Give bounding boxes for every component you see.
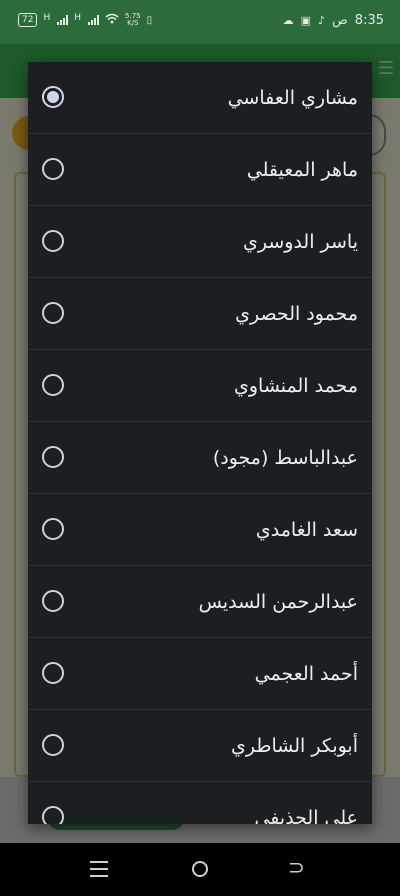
- radio-icon[interactable]: [42, 374, 64, 396]
- wifi-icon: [105, 13, 119, 27]
- navigation-bar: ⊃: [0, 843, 400, 896]
- notification-icon: ▣: [300, 14, 312, 27]
- reciter-label: علي الحذيفي: [254, 807, 358, 824]
- cloud-icon: ☁: [282, 14, 294, 27]
- tiktok-icon: ♪: [318, 14, 326, 27]
- reciter-option-6[interactable]: عبدالباسط (مجود): [28, 422, 372, 494]
- home-icon[interactable]: [192, 861, 208, 877]
- reciter-option-5[interactable]: محمد المنشاوي: [28, 350, 372, 422]
- battery-icon: 72: [18, 13, 38, 27]
- reciter-option-9[interactable]: أحمد العجمي: [28, 638, 372, 710]
- radio-icon[interactable]: [42, 590, 64, 612]
- reciter-label: ياسر الدوسري: [242, 231, 358, 253]
- reciter-option-8[interactable]: عبدالرحمن السديس: [28, 566, 372, 638]
- recents-icon[interactable]: [90, 861, 108, 877]
- net-speed: 5.75 K/S: [125, 13, 141, 27]
- radio-icon[interactable]: [42, 734, 64, 756]
- signal-icon-2: [88, 15, 100, 25]
- radio-icon[interactable]: [42, 446, 64, 468]
- reciter-dialog: مشاري العفاسي ماهر المعيقلي ياسر الدوسري…: [28, 62, 372, 824]
- status-left: 72 H H 5.75 K/S ▯: [18, 13, 152, 27]
- reciter-label: سعد الغامدي: [255, 519, 358, 541]
- reciter-label: أبوبكر الشاطري: [231, 735, 358, 757]
- back-icon[interactable]: ⊃: [288, 857, 305, 877]
- radio-icon-selected[interactable]: [42, 86, 64, 108]
- radio-icon[interactable]: [42, 158, 64, 180]
- radio-icon[interactable]: [42, 302, 64, 324]
- radio-icon[interactable]: [42, 662, 64, 684]
- radio-icon[interactable]: [42, 230, 64, 252]
- status-bar: 72 H H 5.75 K/S ▯ 8:35 ص ♪ ▣ ☁: [0, 0, 400, 44]
- status-right: 8:35 ص ♪ ▣ ☁: [283, 13, 384, 28]
- reciter-label: مشاري العفاسي: [227, 87, 358, 109]
- vibrate-icon: ▯: [146, 14, 153, 26]
- clock-ampm: ص: [332, 13, 348, 28]
- radio-icon[interactable]: [42, 518, 64, 540]
- reciter-option-3[interactable]: ياسر الدوسري: [28, 206, 372, 278]
- clock-time: 8:35: [354, 13, 384, 28]
- reciter-label: عبدالرحمن السديس: [198, 591, 358, 613]
- radio-icon[interactable]: [42, 806, 64, 824]
- signal-icon-1: [57, 15, 69, 25]
- reciter-label: محمود الحصري: [235, 303, 358, 325]
- network-type-1: H: [43, 13, 51, 23]
- reciter-option-10[interactable]: أبوبكر الشاطري: [28, 710, 372, 782]
- reciter-label: عبدالباسط (مجود): [212, 447, 358, 469]
- reciter-label: محمد المنشاوي: [233, 375, 358, 397]
- reciter-option-1[interactable]: مشاري العفاسي: [28, 62, 372, 134]
- net-speed-unit: K/S: [127, 19, 139, 27]
- reciter-label: أحمد العجمي: [254, 663, 358, 685]
- reciter-label: ماهر المعيقلي: [246, 159, 358, 181]
- reciter-option-11[interactable]: علي الحذيفي: [28, 782, 372, 824]
- reciter-option-7[interactable]: سعد الغامدي: [28, 494, 372, 566]
- network-type-2: H: [74, 13, 82, 23]
- menu-icon: ☰: [378, 58, 395, 79]
- reciter-option-2[interactable]: ماهر المعيقلي: [28, 134, 372, 206]
- reciter-option-4[interactable]: محمود الحصري: [28, 278, 372, 350]
